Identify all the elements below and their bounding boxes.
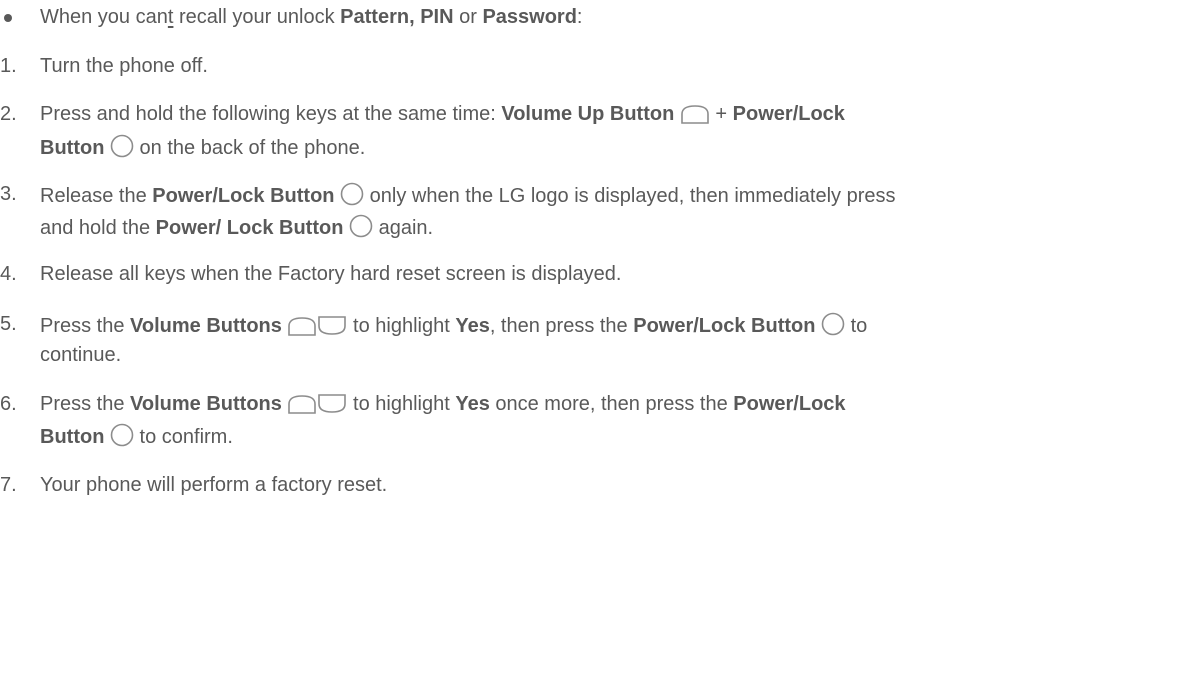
power-lock-button-icon xyxy=(349,214,373,238)
button-label: Button xyxy=(40,137,105,159)
button-label: Button xyxy=(40,426,105,448)
intro-text: When you cant recall your unlock Pattern… xyxy=(40,6,583,28)
power-lock-button-label: Power/Lock Button xyxy=(152,185,335,207)
step-number: 6. xyxy=(0,393,17,415)
volume-buttons-label: Volume Buttons xyxy=(130,315,282,337)
step-text: Your phone will perform a factory reset. xyxy=(40,474,388,496)
step-number: 5. xyxy=(0,313,17,335)
volume-up-button-icon xyxy=(287,394,317,414)
volume-down-button-icon xyxy=(317,394,347,414)
document-page: When you cant recall your unlock Pattern… xyxy=(0,0,1203,688)
volume-up-button-icon xyxy=(287,316,317,336)
step-number: 3. xyxy=(0,183,17,205)
step-number: 1. xyxy=(0,55,17,77)
step-text-continued: Button to confirm. xyxy=(40,423,233,449)
yes-label: Yes xyxy=(455,393,490,415)
step-text: Press the Volume Buttons to highlight Ye… xyxy=(40,393,846,415)
step-text-continued: Button on the back of the phone. xyxy=(40,134,365,160)
step-number: 2. xyxy=(0,103,17,125)
step-text: Release the Power/Lock Button only when … xyxy=(40,182,896,208)
step-number: 7. xyxy=(0,474,17,496)
intro-password: Password xyxy=(482,6,577,28)
yes-label: Yes xyxy=(455,315,490,337)
bullet-dot xyxy=(4,14,12,22)
power-lock-button-icon xyxy=(821,312,845,336)
power-lock-button-icon xyxy=(110,423,134,447)
step-number: 4. xyxy=(0,263,17,285)
volume-buttons-label: Volume Buttons xyxy=(130,393,282,415)
step-text: Release all keys when the Factory hard r… xyxy=(40,263,622,285)
power-lock-label: Power/Lock xyxy=(733,393,846,415)
volume-down-button-icon xyxy=(317,316,347,336)
step-text: Turn the phone off. xyxy=(40,55,208,77)
volume-up-button-icon xyxy=(680,104,710,124)
power-lock-button-icon xyxy=(110,134,134,158)
volume-up-button-label: Volume Up Button xyxy=(501,103,675,125)
power-lock-button-label: Power/ Lock Button xyxy=(155,217,344,239)
power-lock-button-icon xyxy=(340,182,364,206)
step-text: Press the Volume Buttons to highlight Ye… xyxy=(40,312,867,338)
power-lock-label: Power/Lock xyxy=(732,103,845,125)
power-lock-button-label: Power/Lock Button xyxy=(633,315,816,337)
step-text-continued: continue. xyxy=(40,344,122,366)
step-text: Press and hold the following keys at the… xyxy=(40,103,845,125)
intro-pattern-pin: Pattern, PIN xyxy=(340,6,454,28)
step-text-continued: and hold the Power/ Lock Button again. xyxy=(40,214,433,240)
